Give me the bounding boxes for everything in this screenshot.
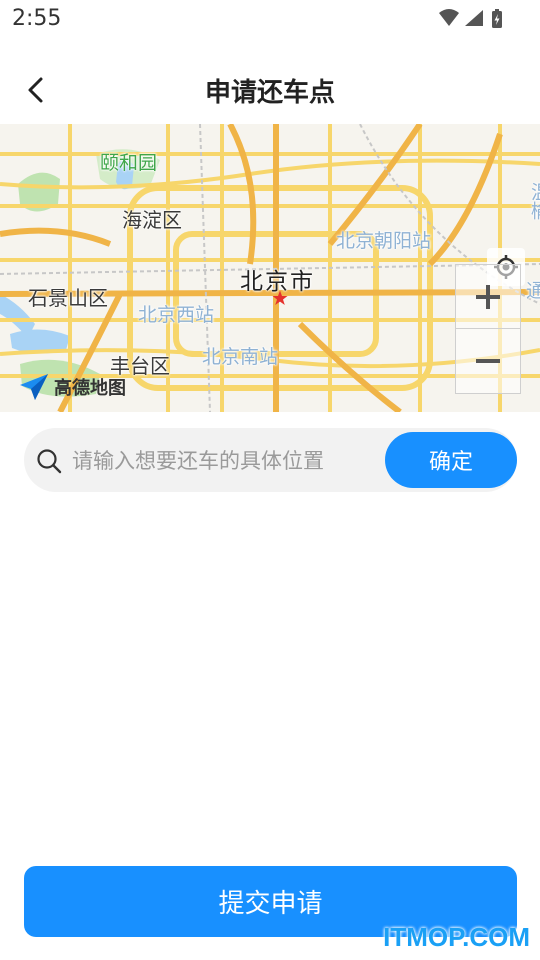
map-label-edge-right-2: 通 <box>526 280 540 302</box>
zoom-out-button[interactable] <box>456 329 520 392</box>
minus-icon <box>476 358 500 363</box>
confirm-button[interactable]: 确定 <box>385 432 517 488</box>
battery-charging-icon <box>492 9 502 28</box>
map-label-shijingshan: 石景山区 <box>28 286 108 310</box>
amap-logo-text: 高德地图 <box>54 378 126 399</box>
watermark: ITMOP.COM <box>383 922 530 952</box>
status-icons <box>438 8 504 30</box>
amap-logo: 高德地图 <box>18 372 126 402</box>
plus-icon <box>476 284 500 309</box>
search-icon <box>37 449 62 474</box>
map-label-haidian: 海淀区 <box>122 208 182 232</box>
status-time: 2:55 <box>12 6 62 31</box>
signal-icon <box>465 10 483 26</box>
map-label-south-station: 北京南站 <box>202 346 279 368</box>
nav-bar: 申请还车点 <box>0 58 540 124</box>
search-input[interactable] <box>70 440 388 482</box>
zoom-control <box>455 264 521 394</box>
zoom-in-button[interactable] <box>456 265 520 329</box>
page-title: 申请还车点 <box>204 78 335 108</box>
map-label-west-station: 北京西站 <box>138 304 215 326</box>
map-label-yiheyuan: 颐和园 <box>100 152 158 174</box>
search-bar: 确定 <box>24 428 517 492</box>
map-view[interactable]: 颐和园 海淀区 北京朝阳站 北京市 石景山区 北京西站 北京南站 丰台区 温榆 … <box>0 124 540 412</box>
star-marker-icon <box>272 290 288 305</box>
wifi-icon <box>439 9 459 26</box>
map-label-chaoyang-station: 北京朝阳站 <box>336 230 432 252</box>
amap-arrow-icon <box>20 374 48 400</box>
status-bar: 2:55 <box>0 0 540 38</box>
map-label-edge-right: 温榆 <box>528 182 540 220</box>
